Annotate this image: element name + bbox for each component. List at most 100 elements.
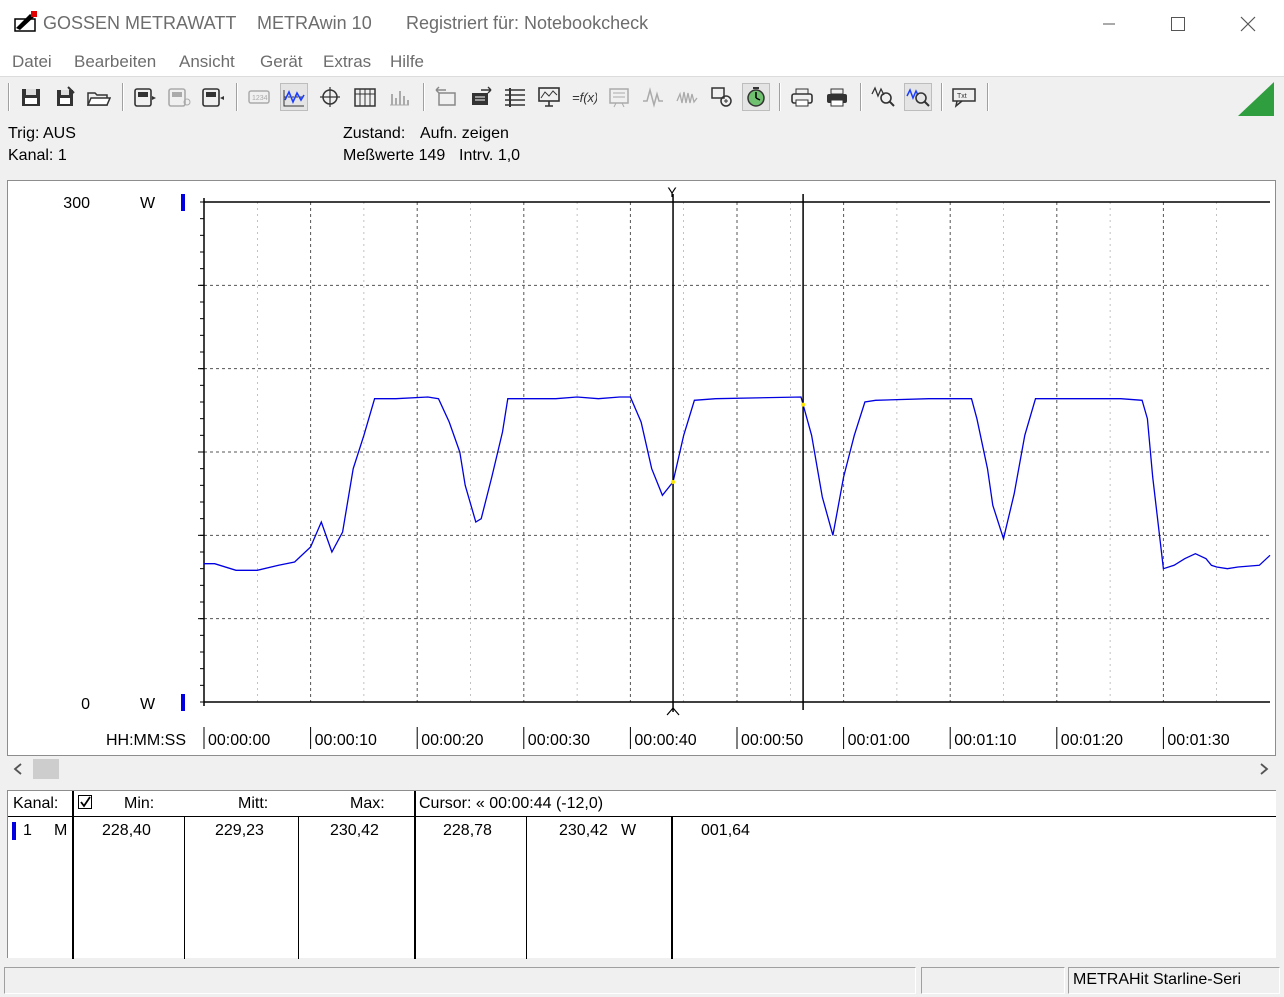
list-settings-icon (505, 88, 525, 107)
x-tick-label: 00:01:10 (954, 732, 1016, 749)
toolbar-separator (860, 83, 862, 111)
row-mode: M (54, 822, 68, 839)
zoom-area-button[interactable] (904, 83, 932, 111)
zoom-area-icon (906, 88, 930, 107)
y-bottom-label: 0 (81, 696, 90, 713)
timer-button[interactable] (742, 83, 770, 111)
y-bottom-unit: W (140, 696, 156, 713)
column-divider (184, 816, 185, 959)
save-icon (22, 89, 40, 106)
chart-panel[interactable]: 00:00:00 00:00:10 00:00:20 00:00:30 00:00:40… (7, 180, 1276, 756)
menu-bearbeiten[interactable]: Bearbeiten (74, 52, 156, 72)
save-as-button[interactable] (51, 83, 79, 111)
channel-marker-top (181, 194, 185, 211)
zoom-prev-button[interactable] (432, 83, 460, 111)
menu-extras[interactable]: Extras (323, 52, 371, 72)
cursor-left-point (671, 480, 676, 484)
y-top-label: 300 (63, 195, 90, 212)
comment-button[interactable]: Txt (950, 83, 978, 111)
scroll-thumb[interactable] (33, 759, 59, 779)
print-button[interactable] (823, 83, 851, 111)
open-button[interactable] (85, 83, 113, 111)
row-unit: W (621, 822, 637, 839)
formula-button[interactable]: =f(x) (570, 83, 598, 111)
monitor-icon (538, 87, 560, 107)
menu-datei[interactable]: Datei (12, 52, 52, 72)
x-tick-label: 00:00:20 (421, 732, 483, 749)
print-preview-button[interactable] (788, 83, 816, 111)
app-logo-icon (14, 10, 38, 37)
transfer-button[interactable] (708, 83, 736, 111)
curve-view-icon (283, 90, 305, 107)
zoom-next-button[interactable] (467, 83, 495, 111)
bar-view-icon (390, 91, 409, 106)
signal-2-button[interactable] (673, 83, 701, 111)
values-button[interactable]: 1234 (245, 83, 273, 111)
comment-icon: Txt (952, 88, 976, 108)
crosshair-icon (320, 87, 340, 107)
zoom-prev-icon (435, 86, 456, 106)
x-tick-label: 00:01:30 (1167, 732, 1229, 749)
header-mitt: Mitt: (238, 795, 269, 812)
channel-status: Kanal: 1 (8, 147, 67, 164)
status-segment (4, 967, 916, 994)
x-tick-label: 00:00:50 (741, 732, 803, 749)
menu-hilfe[interactable]: Hilfe (390, 52, 424, 72)
title-app: METRAwin 10 (257, 13, 372, 33)
chart-grid (204, 202, 1270, 702)
signal-button[interactable] (639, 83, 667, 111)
column-divider (671, 816, 673, 959)
bar-view-button[interactable] (385, 83, 413, 111)
channel-marker-bottom (181, 694, 185, 711)
header-max: Max: (350, 795, 385, 812)
row-cursor2: 230,42 (559, 822, 608, 839)
chart-cursors[interactable] (666, 194, 806, 716)
channel-checkbox[interactable] (78, 795, 92, 809)
print-preview-icon (791, 88, 813, 107)
state-label: Zustand: (343, 125, 406, 142)
svg-text:=f(x): =f(x) (572, 90, 597, 105)
crosshair-button[interactable] (316, 83, 344, 111)
title-brand: GOSSEN METRAWATT (43, 13, 237, 33)
status-segment (921, 967, 1065, 994)
monitor-button[interactable] (535, 83, 563, 111)
x-tick-label: 00:00:30 (528, 732, 590, 749)
x-tick-label: 00:00:10 (315, 732, 377, 749)
cursor-left-label: Y (667, 184, 677, 200)
open-folder-icon (87, 92, 111, 106)
cursor-right-point (801, 402, 806, 407)
table-header-row (8, 791, 1276, 817)
table-view-icon (354, 88, 376, 107)
corner-indicator-icon (1238, 82, 1274, 116)
maximize-button[interactable] (1155, 6, 1201, 42)
device-name: METRAHit Starline-Seri (1073, 971, 1242, 988)
horizontal-scrollbar[interactable] (7, 757, 1276, 781)
x-tick-label: 00:01:00 (848, 732, 910, 749)
header-kanal: Kanal: (13, 795, 59, 812)
menu-geraet[interactable]: Gerät (260, 52, 303, 72)
close-button[interactable] (1225, 6, 1271, 42)
device-config-button[interactable] (165, 83, 193, 111)
toolbar-separator (122, 83, 124, 111)
signal-icon (643, 87, 663, 108)
device-send-button[interactable] (199, 83, 227, 111)
list-settings-button[interactable] (501, 83, 529, 111)
device-read-button[interactable] (131, 83, 159, 111)
statistics-button[interactable] (605, 83, 633, 111)
formula-icon: =f(x) (572, 90, 597, 105)
table-view-button[interactable] (351, 83, 379, 111)
zoom-button[interactable] (869, 83, 897, 111)
header-min: Min: (124, 795, 155, 812)
scroll-right-icon[interactable] (1257, 762, 1271, 776)
signal-2-icon (676, 91, 698, 104)
scroll-left-icon[interactable] (11, 762, 25, 776)
power-chart[interactable]: 00:00:00 00:00:10 00:00:20 00:00:30 00:00:40… (8, 181, 1275, 755)
curve-view-button[interactable] (280, 83, 308, 111)
menu-ansicht[interactable]: Ansicht (179, 52, 235, 72)
check-icon (80, 796, 91, 808)
status-area: Trig: AUS Kanal: 1 Zustand: Aufn. zeigen… (0, 119, 1284, 175)
timer-icon (747, 87, 765, 107)
print-icon (827, 88, 847, 107)
save-button[interactable] (17, 83, 45, 111)
minimize-button[interactable] (1086, 6, 1132, 42)
